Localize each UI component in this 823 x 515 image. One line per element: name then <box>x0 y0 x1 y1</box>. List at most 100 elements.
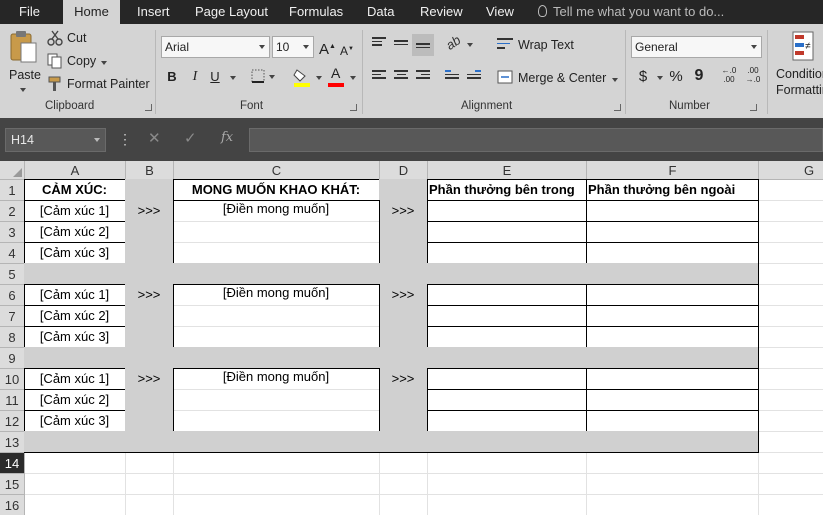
cell-inner-reward[interactable] <box>427 200 587 222</box>
row-header-6[interactable]: 6 <box>0 285 25 306</box>
tab-view[interactable]: View <box>486 0 514 24</box>
cell-arrow-d[interactable]: >>> <box>379 368 428 390</box>
wrap-text-button[interactable]: Wrap Text <box>497 36 577 56</box>
enter-entry-button[interactable]: ✓ <box>184 130 197 148</box>
merge-center-button[interactable]: Merge & Center <box>497 68 623 88</box>
separator-row-9[interactable] <box>24 347 759 369</box>
cell-inner-reward[interactable] <box>427 368 587 390</box>
cell-emotion-1[interactable]: [Cảm xúc 1] <box>24 200 126 222</box>
cell-e1-inner-reward-header[interactable]: Phần thưởng bên trong <box>427 179 587 201</box>
align-top-button[interactable] <box>372 37 386 49</box>
row-header-11[interactable]: 11 <box>0 390 25 411</box>
decrease-decimal-button[interactable]: .00 →.0 <box>743 66 763 84</box>
row-header-5[interactable]: 5 <box>0 264 25 285</box>
cell-emotion-2[interactable]: [Cảm xúc 2] <box>24 221 126 243</box>
comma-style-button[interactable]: 9 <box>693 66 705 86</box>
cell-emotion-3[interactable]: [Cảm xúc 3] <box>24 242 126 264</box>
row-header-12[interactable]: 12 <box>0 411 25 432</box>
cell-emotion-1[interactable]: [Cảm xúc 1] <box>24 368 126 390</box>
cell-emotion-3[interactable]: [Cảm xúc 3] <box>24 410 126 432</box>
formula-input[interactable] <box>249 128 823 152</box>
format-painter-button[interactable]: Format Painter <box>47 76 151 94</box>
cell-outer-reward[interactable] <box>586 242 759 264</box>
decrease-indent-button[interactable] <box>445 70 459 82</box>
conditional-formatting-button[interactable]: ≠ Conditional Formatting <box>772 30 823 97</box>
column-header-a[interactable]: A <box>25 161 126 180</box>
cell-arrow-b[interactable]: >>> <box>125 368 174 390</box>
cell-b-empty[interactable] <box>125 326 174 348</box>
number-format-select[interactable]: General <box>631 36 762 58</box>
row-header-4[interactable]: 4 <box>0 243 25 264</box>
row-header-1[interactable]: 1 <box>0 180 25 201</box>
row-header-15[interactable]: 15 <box>0 474 25 495</box>
currency-dropdown-icon[interactable] <box>657 76 663 80</box>
column-header-d[interactable]: D <box>380 161 428 180</box>
row-header-2[interactable]: 2 <box>0 201 25 222</box>
cell-d-empty[interactable] <box>379 242 428 264</box>
cell-b1[interactable] <box>125 179 174 201</box>
column-header-b[interactable]: B <box>126 161 174 180</box>
select-all-button[interactable] <box>0 161 25 180</box>
row-header-13[interactable]: 13 <box>0 432 25 453</box>
row-header-10[interactable]: 10 <box>0 369 25 390</box>
row-header-16[interactable]: 16 <box>0 495 25 515</box>
cut-button[interactable]: Cut <box>47 30 92 48</box>
italic-button[interactable]: I <box>187 67 203 87</box>
increase-indent-button[interactable] <box>467 70 481 82</box>
cell-inner-reward[interactable] <box>427 242 587 264</box>
name-box[interactable]: H14 <box>5 128 106 152</box>
align-right-button[interactable] <box>416 70 430 82</box>
grow-font-button[interactable]: A▲ <box>319 37 336 60</box>
paste-button[interactable]: Paste <box>6 30 41 96</box>
tell-me-box[interactable]: Tell me what you want to do... <box>538 0 724 24</box>
cell-d-empty[interactable] <box>379 221 428 243</box>
cell-outer-reward[interactable] <box>586 326 759 348</box>
font-size-select[interactable]: 10 <box>272 36 314 58</box>
cell-inner-reward[interactable] <box>427 389 587 411</box>
cell-inner-reward[interactable] <box>427 305 587 327</box>
separator-row-13[interactable] <box>24 431 759 453</box>
cell-inner-reward[interactable] <box>427 284 587 306</box>
cell-outer-reward[interactable] <box>586 368 759 390</box>
cell-arrow-d[interactable]: >>> <box>379 200 428 222</box>
font-launcher-icon[interactable] <box>350 104 357 111</box>
cell-b-empty[interactable] <box>125 410 174 432</box>
tab-home[interactable]: Home <box>63 0 120 24</box>
percent-button[interactable]: % <box>668 67 684 87</box>
bold-button[interactable]: B <box>164 67 180 87</box>
cell-inner-reward[interactable] <box>427 221 587 243</box>
cell-arrow-d[interactable]: >>> <box>379 284 428 306</box>
insert-function-button[interactable]: fx <box>221 130 233 145</box>
cell-outer-reward[interactable] <box>586 221 759 243</box>
cell-d-empty[interactable] <box>379 389 428 411</box>
cell-b-empty[interactable] <box>125 221 174 243</box>
cell-d-empty[interactable] <box>379 326 428 348</box>
increase-decimal-button[interactable]: ←.0 .00 <box>719 66 739 84</box>
align-left-button[interactable] <box>372 70 386 82</box>
row-header-8[interactable]: 8 <box>0 327 25 348</box>
tab-data[interactable]: Data <box>367 0 394 24</box>
font-color-button[interactable]: A <box>328 65 358 87</box>
cell-d1[interactable] <box>379 179 428 201</box>
currency-button[interactable]: $ <box>636 67 650 87</box>
cell-outer-reward[interactable] <box>586 200 759 222</box>
align-center-button[interactable] <box>394 70 408 82</box>
cancel-entry-button[interactable]: ✕ <box>148 130 161 148</box>
clipboard-launcher-icon[interactable] <box>145 104 152 111</box>
cell-a1-emotion-header[interactable]: CẢM XÚC: <box>24 179 126 201</box>
column-header-e[interactable]: E <box>428 161 587 180</box>
cell-desire-merged[interactable]: [Điền mong muốn] <box>173 284 380 348</box>
row-header-7[interactable]: 7 <box>0 306 25 327</box>
cell-arrow-b[interactable]: >>> <box>125 284 174 306</box>
tab-file[interactable]: File <box>19 0 40 24</box>
cell-b-empty[interactable] <box>125 389 174 411</box>
shrink-font-button[interactable]: A▼ <box>340 39 354 61</box>
cell-d-empty[interactable] <box>379 305 428 327</box>
underline-button[interactable]: U <box>207 67 223 87</box>
tab-review[interactable]: Review <box>420 0 463 24</box>
alignment-launcher-icon[interactable] <box>614 104 621 111</box>
cell-emotion-2[interactable]: [Cảm xúc 2] <box>24 305 126 327</box>
cell-inner-reward[interactable] <box>427 326 587 348</box>
cell-outer-reward[interactable] <box>586 410 759 432</box>
orientation-button[interactable]: ab <box>443 32 474 55</box>
